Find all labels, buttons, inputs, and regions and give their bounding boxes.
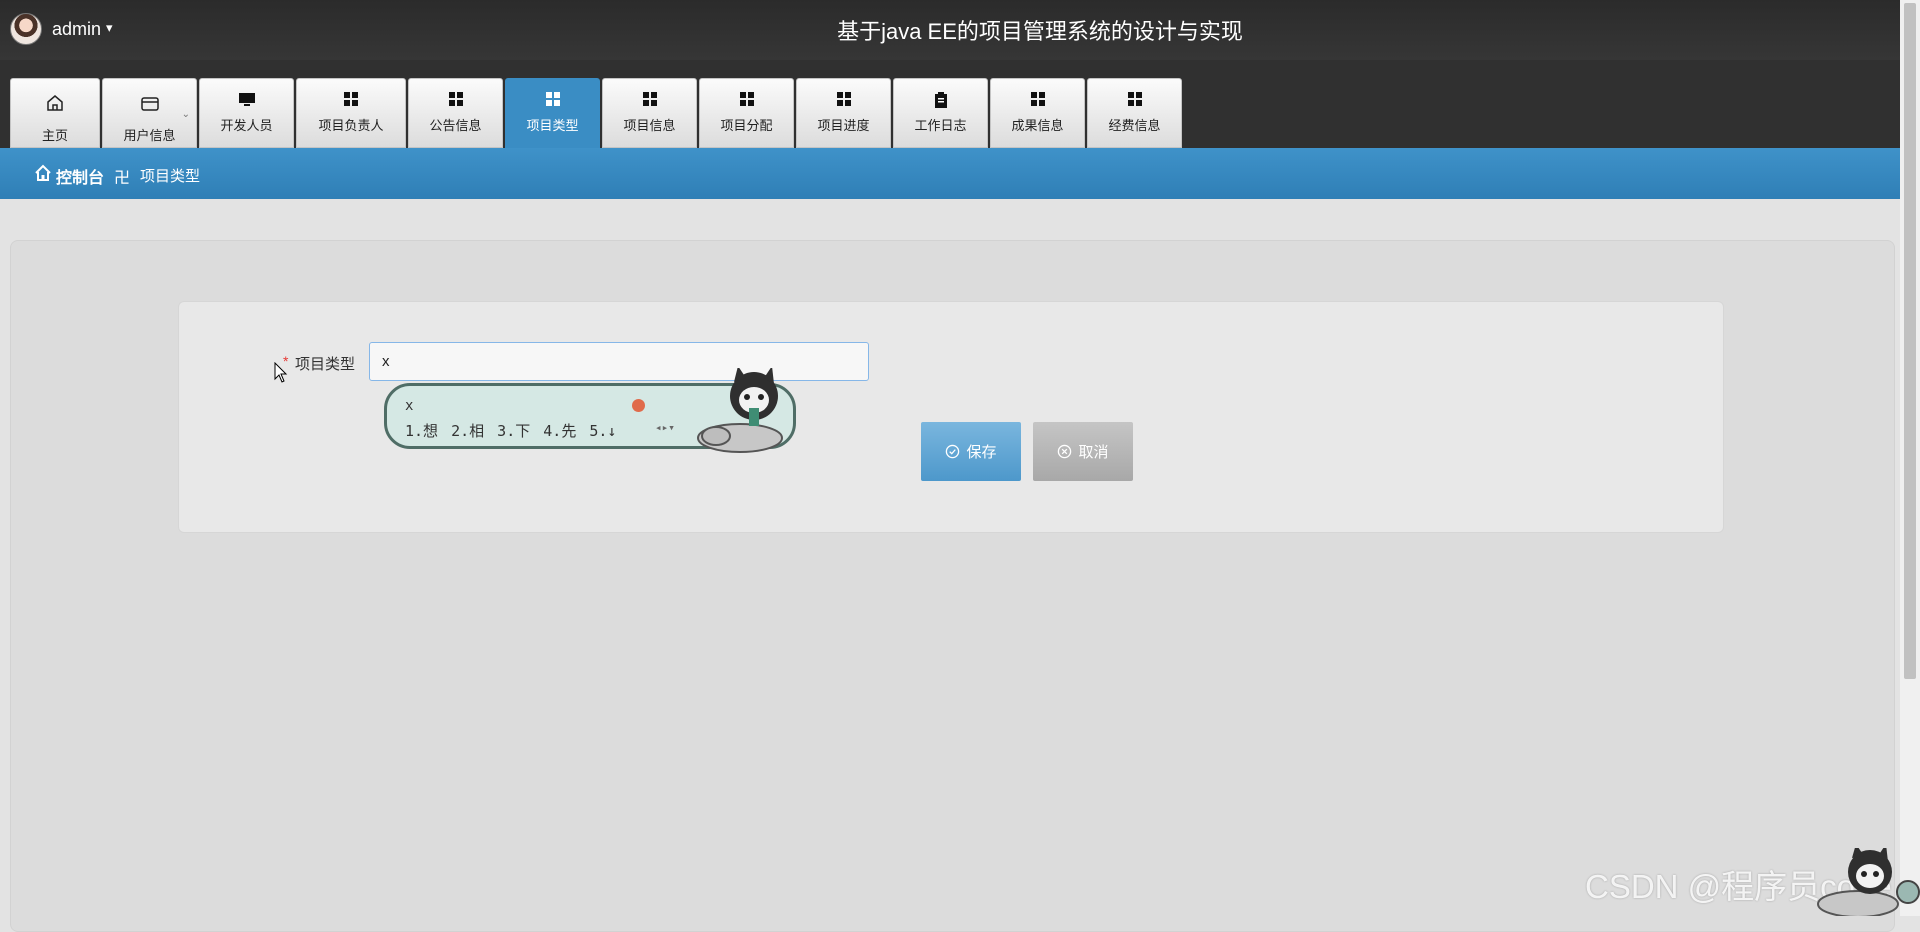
tab-project-leader[interactable]: 项目负责人 [296, 78, 406, 148]
project-type-input[interactable] [369, 342, 869, 381]
project-type-label: 项目类型 [295, 356, 356, 373]
tab-project-assignment[interactable]: 项目分配 [699, 78, 794, 148]
tab-label: 项目信息 [623, 118, 676, 133]
tab-label: 项目类型 [526, 118, 579, 133]
grid-icon [409, 91, 502, 111]
tab-label: 项目负责人 [318, 118, 384, 133]
save-button[interactable]: 保存 [921, 422, 1021, 481]
tab-label: 项目进度 [817, 118, 870, 133]
breadcrumb: 控制台 卍 项目类型 [0, 148, 1900, 199]
tab-label: 成果信息 [1011, 118, 1064, 133]
monitor-icon [200, 91, 293, 111]
ime-status-icon[interactable] [632, 399, 645, 412]
tab-home[interactable]: 主页 [10, 78, 100, 148]
tab-label: 经费信息 [1108, 118, 1161, 133]
tab-results[interactable]: 成果信息 [990, 78, 1085, 148]
breadcrumb-home-link[interactable]: 控制台 [56, 164, 104, 188]
tab-work-log[interactable]: 工作日志 [893, 78, 988, 148]
clipboard-icon [894, 91, 987, 111]
top-header: admin ▾ 基于java EE的项目管理系统的设计与实现 [0, 0, 1900, 60]
scrollbar-thumb[interactable] [1904, 3, 1916, 679]
cancel-label: 取消 [1078, 443, 1109, 461]
tab-label: 主页 [41, 128, 68, 143]
ime-page-arrows-icon[interactable]: ◂▸▾ [655, 421, 675, 434]
breadcrumb-separator-icon: 卍 [114, 170, 131, 187]
tab-project-info[interactable]: 项目信息 [602, 78, 697, 148]
user-avatar[interactable] [10, 13, 42, 45]
tab-user-info[interactable]: 用户信息 ⌄ [102, 78, 197, 148]
home-icon [11, 93, 99, 113]
grid-icon [797, 91, 890, 111]
username[interactable]: admin [52, 19, 101, 40]
grid-icon [506, 91, 599, 111]
vertical-scrollbar[interactable] [1900, 0, 1920, 916]
tab-project-progress[interactable]: 项目进度 [796, 78, 891, 148]
save-label: 保存 [966, 443, 997, 461]
cancel-button[interactable]: 取消 [1033, 422, 1133, 481]
grid-icon [700, 91, 793, 111]
tab-label: 开发人员 [220, 118, 273, 133]
tab-announcements[interactable]: 公告信息 [408, 78, 503, 148]
close-circle-icon [1057, 444, 1072, 463]
tab-label: 项目分配 [720, 118, 773, 133]
breadcrumb-current: 项目类型 [140, 168, 201, 185]
chevron-down-icon: ⌄ [181, 109, 190, 120]
main-nav: 主页 用户信息 ⌄ 开发人员 项目负责人 公告信息 项目类型 项目信息 项目分配… [0, 60, 1900, 148]
ime-candidates[interactable]: 1.想 2.相 3.下 4.先 5.↓ [405, 420, 616, 441]
tab-developers[interactable]: 开发人员 [199, 78, 294, 148]
corner-mascot-icon [1817, 848, 1920, 916]
ime-mascot-icon [697, 368, 783, 453]
grid-icon [297, 91, 405, 111]
tab-label: 工作日志 [914, 118, 967, 133]
user-menu-caret-icon[interactable]: ▾ [106, 20, 113, 36]
ime-composition: x [405, 398, 414, 414]
tab-project-type[interactable]: 项目类型 [505, 78, 600, 148]
system-title: 基于java EE的项目管理系统的设计与实现 [837, 19, 1243, 44]
grid-icon [991, 91, 1084, 111]
tab-label: 公告信息 [429, 118, 482, 133]
grid-icon [603, 91, 696, 111]
tab-label: 用户信息 [123, 128, 176, 143]
grid-icon [1088, 91, 1181, 111]
tab-funding[interactable]: 经费信息 [1087, 78, 1182, 148]
home-icon[interactable] [34, 164, 52, 187]
check-circle-icon [945, 444, 960, 463]
mouse-cursor-icon [274, 362, 288, 383]
